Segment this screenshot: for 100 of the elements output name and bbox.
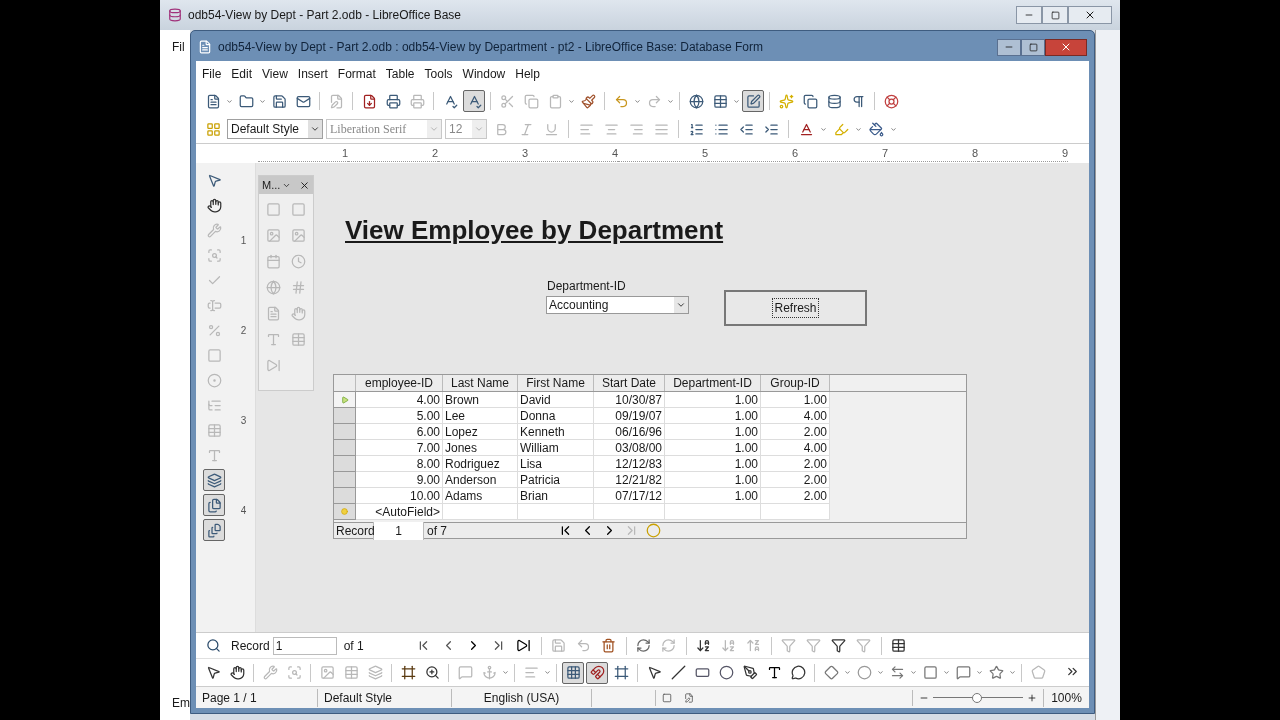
close-button[interactable]	[1068, 6, 1112, 24]
ruler-number: 2	[240, 324, 247, 338]
column-header[interactable]: Last Name	[443, 375, 518, 391]
table-cell: 4.00	[761, 408, 830, 424]
column-header[interactable]: First Name	[518, 375, 594, 391]
close-icon[interactable]	[299, 179, 310, 191]
menu-item[interactable]: File	[202, 65, 222, 83]
panel-title: M...	[262, 177, 281, 193]
window-title: odb54-View by Dept - Part 2.odb : odb54-View by Department - pt2 - LibreOffice Base: Database Form	[218, 39, 763, 56]
table-cell: Kenneth	[518, 424, 594, 440]
row-header[interactable]	[334, 440, 356, 456]
zoom-thumb[interactable]	[972, 692, 983, 703]
menu-item[interactable]: Insert	[297, 65, 328, 83]
row-header[interactable]	[334, 424, 356, 440]
row-header[interactable]	[334, 504, 356, 520]
table-cell: 2.00	[761, 424, 830, 440]
menu-item[interactable]: Edit	[231, 65, 253, 83]
table-cell: 1.00	[665, 472, 761, 488]
ruler-number: 1	[341, 145, 348, 161]
column-header[interactable]: Department-ID	[665, 375, 761, 391]
maximize-button[interactable]	[1042, 6, 1068, 24]
table-cell: 8.00	[356, 456, 443, 472]
table-cell: 07/17/12	[594, 488, 665, 504]
table-cell: 9.00	[356, 472, 443, 488]
minimize-button[interactable]	[1016, 6, 1042, 24]
table-cell: Brian	[518, 488, 594, 504]
row-header[interactable]	[334, 408, 356, 424]
ruler-number: 3	[521, 145, 528, 161]
column-header[interactable]: Start Date	[594, 375, 665, 391]
ruler-number: 2	[431, 145, 438, 161]
table-cell: Rodriguez	[443, 456, 518, 472]
table-cell: 5.00	[356, 408, 443, 424]
style-indicator: Default Style	[318, 688, 452, 707]
maximize-icon	[1028, 42, 1038, 52]
document-modified-icon	[684, 692, 694, 703]
table-cell: 1.00	[665, 440, 761, 456]
table-cell: William	[518, 440, 594, 456]
refresh-button[interactable]: Refresh	[724, 290, 867, 326]
menu-item[interactable]: View	[262, 65, 288, 83]
table-cell: 09/19/07	[594, 408, 665, 424]
table-cell: 03/08/00	[594, 440, 665, 456]
row-header[interactable]	[334, 392, 356, 408]
table-cell: Anderson	[443, 472, 518, 488]
window-title: odb54-View by Dept - Part 2.odb - LibreOffice Base	[188, 7, 462, 24]
font-size-field[interactable]: 12	[445, 119, 487, 139]
table-cell: Adams	[443, 488, 518, 504]
design-mode-icon[interactable]	[742, 90, 764, 112]
close-button[interactable]	[1045, 38, 1087, 56]
caret-icon[interactable]	[310, 124, 320, 134]
paragraph-style-field[interactable]: Default Style	[227, 119, 323, 139]
table-cell: 1.00	[665, 456, 761, 472]
table-cell: 4.00	[356, 392, 443, 408]
zoom-in-icon[interactable]	[1027, 692, 1037, 703]
autospellcheck-icon[interactable]	[463, 90, 485, 112]
menu-item[interactable]: Fil	[172, 38, 190, 56]
record-count: of 1	[342, 637, 365, 655]
ruler-number: 4	[240, 504, 247, 518]
table-cell: Jones	[443, 440, 518, 456]
grid-icon[interactable]	[562, 661, 584, 684]
table-cell: 6.00	[356, 424, 443, 440]
table-cell: Brown	[443, 392, 518, 408]
table-cell: 1.00	[665, 392, 761, 408]
ruler-number: 1	[240, 234, 247, 248]
table-cell: 12/12/83	[594, 456, 665, 472]
column-header[interactable]: employee-ID	[356, 375, 443, 391]
menu-item[interactable]: Window	[462, 65, 506, 83]
record-field[interactable]: 1	[272, 636, 337, 655]
row-header[interactable]	[334, 488, 356, 504]
record-number-field[interactable]: 1	[374, 521, 424, 540]
table-cell: Donna	[518, 408, 594, 424]
record-label: Record	[231, 637, 270, 655]
close-icon	[1060, 41, 1072, 53]
table-cell: <AutoField>	[356, 504, 443, 520]
menu-item[interactable]: Help	[515, 65, 540, 83]
menu-item[interactable]: Tools	[424, 65, 453, 83]
table-cell: 12/21/82	[594, 472, 665, 488]
caret-icon[interactable]	[676, 300, 686, 310]
table-cell: 1.00	[665, 488, 761, 504]
minimize-button[interactable]	[997, 38, 1021, 56]
row-header[interactable]	[334, 472, 356, 488]
menu-item[interactable]: Table	[385, 65, 415, 83]
table-cell	[594, 504, 665, 520]
menu-item[interactable]: Format	[337, 65, 376, 83]
table-cell: 2.00	[761, 456, 830, 472]
table-cell: 1.00	[761, 392, 830, 408]
table-cell: 10.00	[356, 488, 443, 504]
department-combobox[interactable]: Accounting	[546, 296, 689, 314]
maximize-button[interactable]	[1021, 38, 1045, 56]
new-row-icon	[341, 508, 348, 515]
zoom-slider[interactable]	[933, 692, 1023, 703]
table-cell: 7.00	[356, 440, 443, 456]
magnet-icon[interactable]	[586, 661, 608, 684]
page-indicator: Page 1 / 1	[196, 688, 318, 707]
row-header[interactable]	[334, 456, 356, 472]
database-icon	[168, 8, 182, 22]
font-name-field[interactable]: Liberation Serif	[326, 119, 442, 139]
column-header[interactable]: Group-ID	[761, 375, 830, 391]
ruler-number: 8	[971, 145, 978, 161]
table-cell: Lee	[443, 408, 518, 424]
table-cell: 1.00	[665, 424, 761, 440]
